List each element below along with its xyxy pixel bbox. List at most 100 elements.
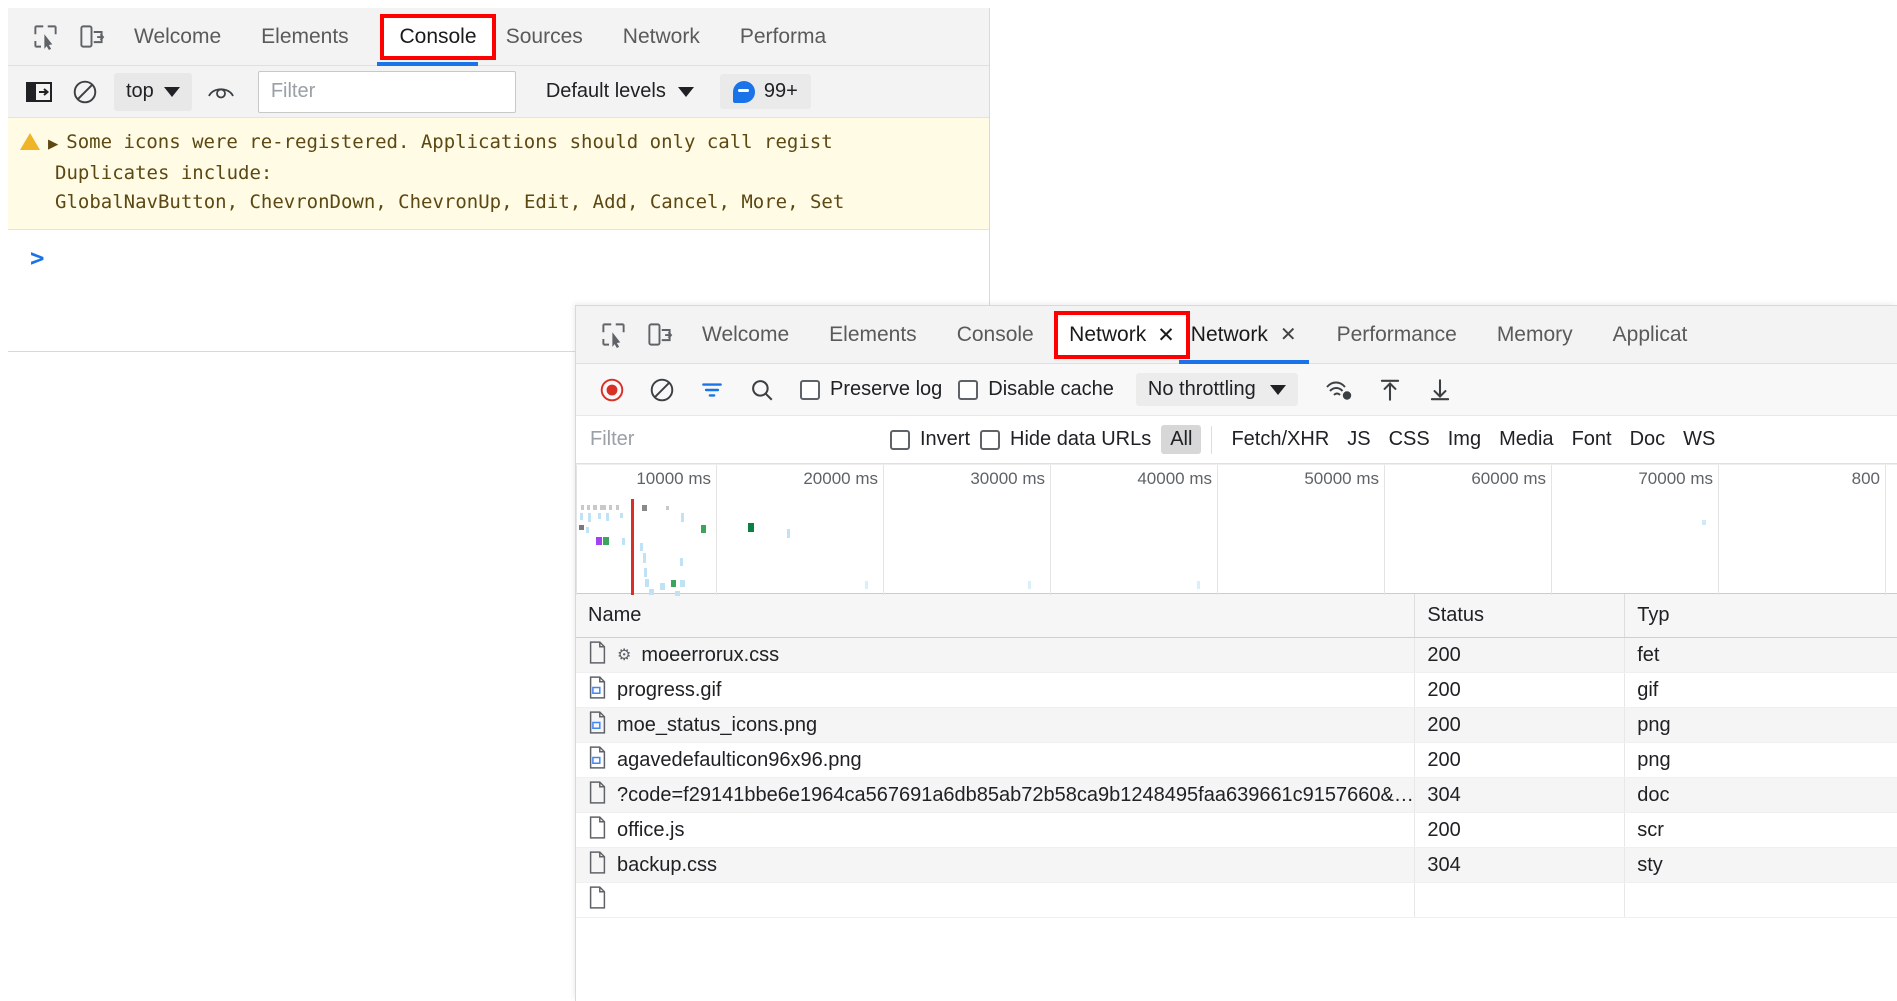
table-row[interactable]: ?code=f29141bbe6e1964ca567691a6db85ab72b… — [576, 778, 1897, 813]
hide-data-urls-label: Hide data URLs — [1010, 428, 1151, 451]
invert-checkbox[interactable]: Invert — [890, 428, 970, 451]
tab-network[interactable]: Network — [603, 8, 720, 66]
console-filter-input[interactable]: Filter — [258, 71, 516, 113]
network-conditions-icon[interactable] — [1318, 368, 1362, 412]
status-code: 304 — [1427, 784, 1460, 807]
device-toolbar-icon[interactable] — [636, 312, 682, 358]
network-overview-timeline[interactable]: 10000 ms 20000 ms 30000 ms 40000 ms 5000… — [576, 464, 1897, 594]
device-toolbar-icon[interactable] — [68, 14, 114, 60]
issues-badge[interactable]: 99+ — [720, 74, 811, 109]
inspect-element-icon[interactable] — [590, 312, 636, 358]
clear-console-icon[interactable] — [64, 71, 106, 113]
tab-memory[interactable]: Memory — [1477, 306, 1593, 364]
devtools-network-panel: Welcome Elements Console Sources Network… — [575, 305, 1897, 1001]
preserve-log-checkbox[interactable]: Preserve log — [800, 378, 942, 401]
tab-performance[interactable]: Performance — [1317, 306, 1477, 364]
table-row[interactable]: moe_status_icons.png200png — [576, 708, 1897, 743]
live-expression-eye-icon[interactable] — [200, 71, 242, 113]
cell-status: 200 — [1415, 743, 1625, 777]
table-row[interactable]: ⚙moeerrorux.css200fet — [576, 638, 1897, 673]
resource-type: doc — [1637, 784, 1669, 807]
expand-arrow-icon[interactable]: ▶ — [48, 130, 58, 159]
filter-type-fetch-xhr[interactable]: Fetch/XHR — [1222, 425, 1338, 454]
status-code: 200 — [1427, 679, 1460, 702]
throttling-label: No throttling — [1148, 378, 1256, 401]
clear-network-log-icon[interactable] — [640, 368, 684, 412]
table-row[interactable]: backup.css304sty — [576, 848, 1897, 883]
doc-icon — [588, 886, 607, 915]
console-sidebar-toggle-icon[interactable] — [18, 71, 60, 113]
filter-type-doc[interactable]: Doc — [1621, 425, 1675, 454]
cell-name: ?code=f29141bbe6e1964ca567691a6db85ab72b… — [576, 778, 1415, 812]
table-row[interactable]: progress.gif200gif — [576, 673, 1897, 708]
cell-name: agavedefaulticon96x96.png — [576, 743, 1415, 777]
filter-type-all[interactable]: All — [1161, 425, 1201, 454]
tab-elements[interactable]: Elements — [241, 8, 369, 66]
cell-status: 200 — [1415, 673, 1625, 707]
request-name: moe_status_icons.png — [617, 714, 817, 737]
tab-label: Elements — [261, 25, 349, 49]
tab-console[interactable]: Console — [937, 306, 1054, 364]
tab-label: Network — [1191, 323, 1268, 347]
warning-triangle-icon — [20, 133, 40, 150]
table-row[interactable] — [576, 883, 1897, 918]
filter-type-css[interactable]: CSS — [1380, 425, 1439, 454]
throttling-dropdown[interactable]: No throttling — [1136, 373, 1298, 406]
tab-elements[interactable]: Elements — [809, 306, 937, 364]
tab-application[interactable]: Applicat — [1593, 306, 1708, 364]
close-icon[interactable]: ✕ — [1280, 322, 1297, 347]
timeline-tick: 20000 ms — [883, 465, 884, 595]
image-doc-icon — [588, 676, 607, 705]
network-filter-input[interactable]: Filter — [590, 428, 860, 451]
inspect-element-icon[interactable] — [22, 14, 68, 60]
tab-welcome[interactable]: Welcome — [682, 306, 809, 364]
devtools-console-panel: Welcome Elements Console Sources Network… — [8, 8, 990, 352]
console-warning-message[interactable]: ▶ Some icons were re-registered. Applica… — [8, 118, 989, 230]
resource-type: scr — [1637, 819, 1664, 842]
tab-performance[interactable]: Performa — [720, 8, 846, 66]
filter-type-ws[interactable]: WS — [1674, 425, 1724, 454]
console-tab-annotation-label: Console — [380, 14, 496, 60]
filter-placeholder: Filter — [590, 428, 634, 450]
filter-type-img[interactable]: Img — [1439, 425, 1490, 454]
filter-type-js[interactable]: JS — [1338, 425, 1379, 454]
console-log-levels-dropdown[interactable]: Default levels — [546, 80, 694, 103]
console-context-selector[interactable]: top — [114, 73, 192, 111]
column-header-name[interactable]: Name — [576, 594, 1415, 637]
network-toolbar: Preserve log Disable cache No throttling — [576, 364, 1897, 416]
tab-welcome[interactable]: Welcome — [114, 8, 241, 66]
gear-doc-icon — [588, 641, 607, 670]
column-header-type[interactable]: Typ — [1625, 594, 1897, 637]
search-icon[interactable] — [740, 368, 784, 412]
export-har-download-icon[interactable] — [1418, 368, 1462, 412]
network-requests-table: Name Status Typ ⚙moeerrorux.css200fetpro… — [576, 594, 1897, 918]
annot-text: Network — [1069, 323, 1146, 347]
filter-funnel-icon[interactable] — [690, 368, 734, 412]
status-code: 200 — [1427, 714, 1460, 737]
checkbox-icon — [980, 430, 1000, 450]
request-name: agavedefaulticon96x96.png — [617, 749, 862, 772]
tab-network[interactable]: Network ✕ — [1171, 306, 1317, 364]
cell-type: gif — [1625, 673, 1897, 707]
disable-cache-checkbox[interactable]: Disable cache — [958, 378, 1114, 401]
cell-type: doc — [1625, 778, 1897, 812]
column-header-status[interactable]: Status — [1415, 594, 1625, 637]
tab-label: Elements — [829, 323, 917, 347]
cell-type — [1625, 883, 1897, 917]
record-button[interactable] — [590, 368, 634, 412]
timeline-tick: 40000 ms — [1217, 465, 1218, 595]
table-row[interactable]: office.js200scr — [576, 813, 1897, 848]
gear-icon: ⚙ — [617, 645, 631, 665]
filter-type-font[interactable]: Font — [1563, 425, 1621, 454]
doc-icon — [588, 781, 607, 810]
import-har-upload-icon[interactable] — [1368, 368, 1412, 412]
table-row[interactable]: agavedefaulticon96x96.png200png — [576, 743, 1897, 778]
console-input-prompt[interactable]: > — [8, 230, 989, 272]
timeline-tick: 10000 ms — [716, 465, 717, 595]
close-icon[interactable]: ✕ — [1157, 323, 1175, 348]
hide-data-urls-checkbox[interactable]: Hide data URLs — [980, 428, 1151, 451]
tab-label: Console — [957, 323, 1034, 347]
filter-type-media[interactable]: Media — [1490, 425, 1562, 454]
tab-sources[interactable]: Sources — [486, 8, 603, 66]
chevron-down-icon — [1270, 385, 1286, 395]
